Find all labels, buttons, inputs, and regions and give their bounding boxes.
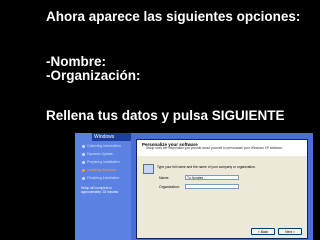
dialog-subtitle: Setup uses the information you provide a… — [146, 146, 283, 150]
slide-line-instruction: Rellena tus datos y pulsa SIGUIENTE — [46, 108, 285, 123]
setup-step-active: Installing Windows — [87, 168, 116, 172]
organization-label: Organization: — [159, 185, 180, 189]
embedded-setup-screenshot: Windows Collecting information Dynamic U… — [75, 133, 313, 240]
dialog-header: Personalize your software Setup uses the… — [137, 140, 307, 156]
organization-field[interactable] — [185, 184, 239, 189]
step-bullet-icon — [82, 177, 85, 180]
setup-time-note: Setup will complete in approximately: 33… — [81, 186, 119, 194]
setup-step: Dynamic Update — [87, 152, 113, 156]
windows-logo: Windows — [92, 133, 131, 141]
slide-line-options: Ahora aparece las siguientes opciones: — [46, 9, 301, 24]
slide-line-nombre: -Nombre: — [46, 54, 106, 69]
step-bullet-icon — [82, 153, 85, 156]
next-button[interactable]: Next > — [278, 228, 302, 235]
name-field[interactable]: Tu Nombre — [185, 175, 239, 180]
setup-step: Preparing installation — [87, 160, 120, 164]
step-bullet-icon — [82, 145, 85, 148]
computer-icon — [143, 164, 154, 174]
slide-line-organizacion: -Organización: — [46, 68, 141, 83]
setup-sidebar: Windows Collecting information Dynamic U… — [75, 133, 131, 240]
step-bullet-icon — [82, 161, 85, 164]
setup-step: Finalizing installation — [87, 176, 120, 180]
setup-step: Collecting information — [87, 144, 121, 148]
name-label: Name: — [159, 176, 170, 180]
back-button[interactable]: < Back — [251, 228, 275, 235]
dialog-prompt: Type your full name and the name of your… — [157, 165, 256, 169]
step-bullet-icon — [82, 169, 85, 172]
personalize-dialog: Personalize your software Setup uses the… — [136, 139, 308, 239]
